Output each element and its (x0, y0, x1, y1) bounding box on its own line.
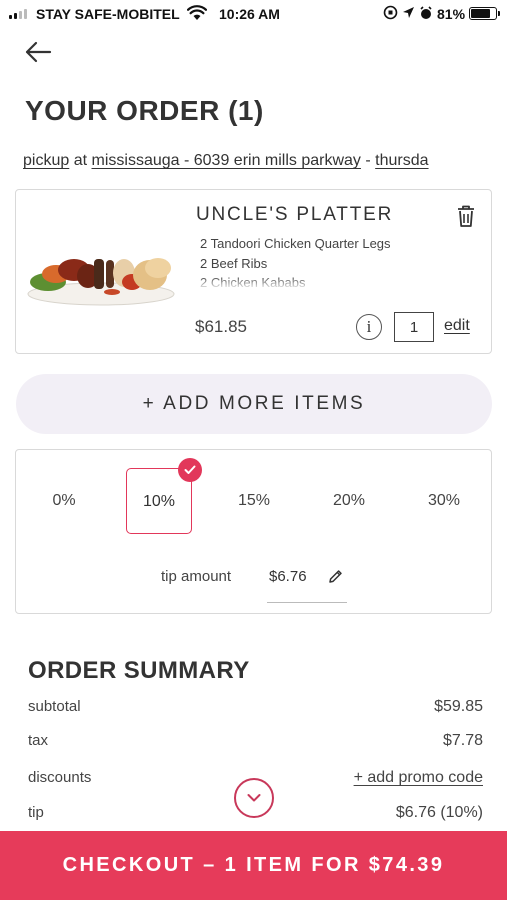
tip-option-label: 20% (332, 492, 366, 509)
tip-card: 0% 10% 15% 20% 30% tip amount $6.76 (15, 449, 492, 614)
cart-item-card: UNCLE'S PLATTER 2 Tandoori Chicken Quart… (15, 189, 492, 354)
add-promo-code-link[interactable]: + add promo code (354, 769, 483, 787)
tip-option-30[interactable]: 30% (411, 468, 477, 534)
subtotal-label: subtotal (28, 698, 81, 715)
tip-option-20[interactable]: 20% (316, 468, 382, 534)
pickup-location-link[interactable]: mississauga - 6039 erin mills parkway (92, 152, 361, 169)
clock: 10:26 AM (219, 6, 280, 22)
pencil-icon[interactable] (328, 569, 343, 584)
selected-check-icon (178, 458, 202, 482)
signal-strength-icon (9, 9, 27, 19)
pickup-separator: - (365, 152, 371, 169)
item-name: UNCLE'S PLATTER (196, 204, 394, 225)
tip-option-10[interactable]: 10% (126, 458, 202, 534)
tax-value: $7.78 (442, 732, 483, 749)
item-description-line: 2 Beef Ribs (200, 255, 268, 271)
food-platter-image (27, 258, 175, 306)
battery-percentage: 81% (437, 6, 466, 22)
tip-option-15[interactable]: 15% (221, 468, 287, 534)
pickup-day-link[interactable]: thursda (375, 152, 428, 169)
orientation-lock-icon (383, 5, 398, 20)
scroll-down-chevron-icon[interactable] (234, 778, 274, 818)
edit-item-link[interactable]: edit (444, 317, 470, 335)
back-arrow-icon[interactable] (24, 40, 52, 64)
tax-label: tax (28, 732, 49, 749)
page-title: YOUR ORDER (1) (25, 95, 264, 126)
tip-amount-underline (267, 602, 347, 603)
tip-amount-label: tip amount (161, 568, 232, 585)
tip-option-label: 0% (52, 492, 76, 509)
tip-option-label: 10% (142, 493, 176, 510)
tip-amount-value[interactable]: $6.76 (269, 568, 307, 585)
tip-value: $6.76 (10%) (395, 804, 483, 821)
item-description-line: 2 Chicken Kababs (200, 275, 306, 290)
battery-icon (469, 7, 500, 20)
item-description: 2 Tandoori Chicken Quarter Legs 2 Beef R… (200, 234, 450, 290)
item-price: $61.85 (195, 317, 247, 336)
status-bar: STAY SAFE-MOBITEL 10:26 AM 81% (0, 0, 507, 28)
tip-option-label: 15% (237, 492, 271, 509)
location-arrow-icon (403, 7, 414, 18)
add-more-items-button[interactable]: + ADD MORE ITEMS (16, 374, 492, 434)
tax-row: tax $7.78 (28, 732, 483, 749)
tip-label: tip (28, 804, 44, 821)
battery-level (471, 9, 490, 18)
subtotal-row: subtotal $59.85 (28, 698, 483, 715)
order-summary-title: ORDER SUMMARY (28, 657, 250, 684)
item-description-line: 2 Tandoori Chicken Quarter Legs (200, 236, 391, 251)
subtotal-value: $59.85 (434, 698, 483, 715)
tip-option-label: 30% (427, 492, 461, 509)
discounts-label: discounts (28, 769, 92, 786)
pickup-mode-link[interactable]: pickup (23, 152, 69, 169)
trash-icon[interactable] (456, 204, 476, 228)
info-icon[interactable]: i (356, 314, 382, 340)
checkout-button[interactable]: CHECKOUT – 1 ITEM FOR $74.39 (0, 831, 507, 900)
pickup-details: pickup at mississauga - 6039 erin mills … (23, 152, 507, 170)
wifi-icon (187, 5, 207, 20)
pickup-at-text: at (73, 152, 88, 169)
tip-option-0[interactable]: 0% (31, 468, 97, 534)
carrier-name: STAY SAFE-MOBITEL (36, 6, 180, 22)
status-icons (383, 5, 433, 20)
alarm-icon (420, 5, 432, 19)
quantity-input[interactable] (394, 312, 434, 342)
